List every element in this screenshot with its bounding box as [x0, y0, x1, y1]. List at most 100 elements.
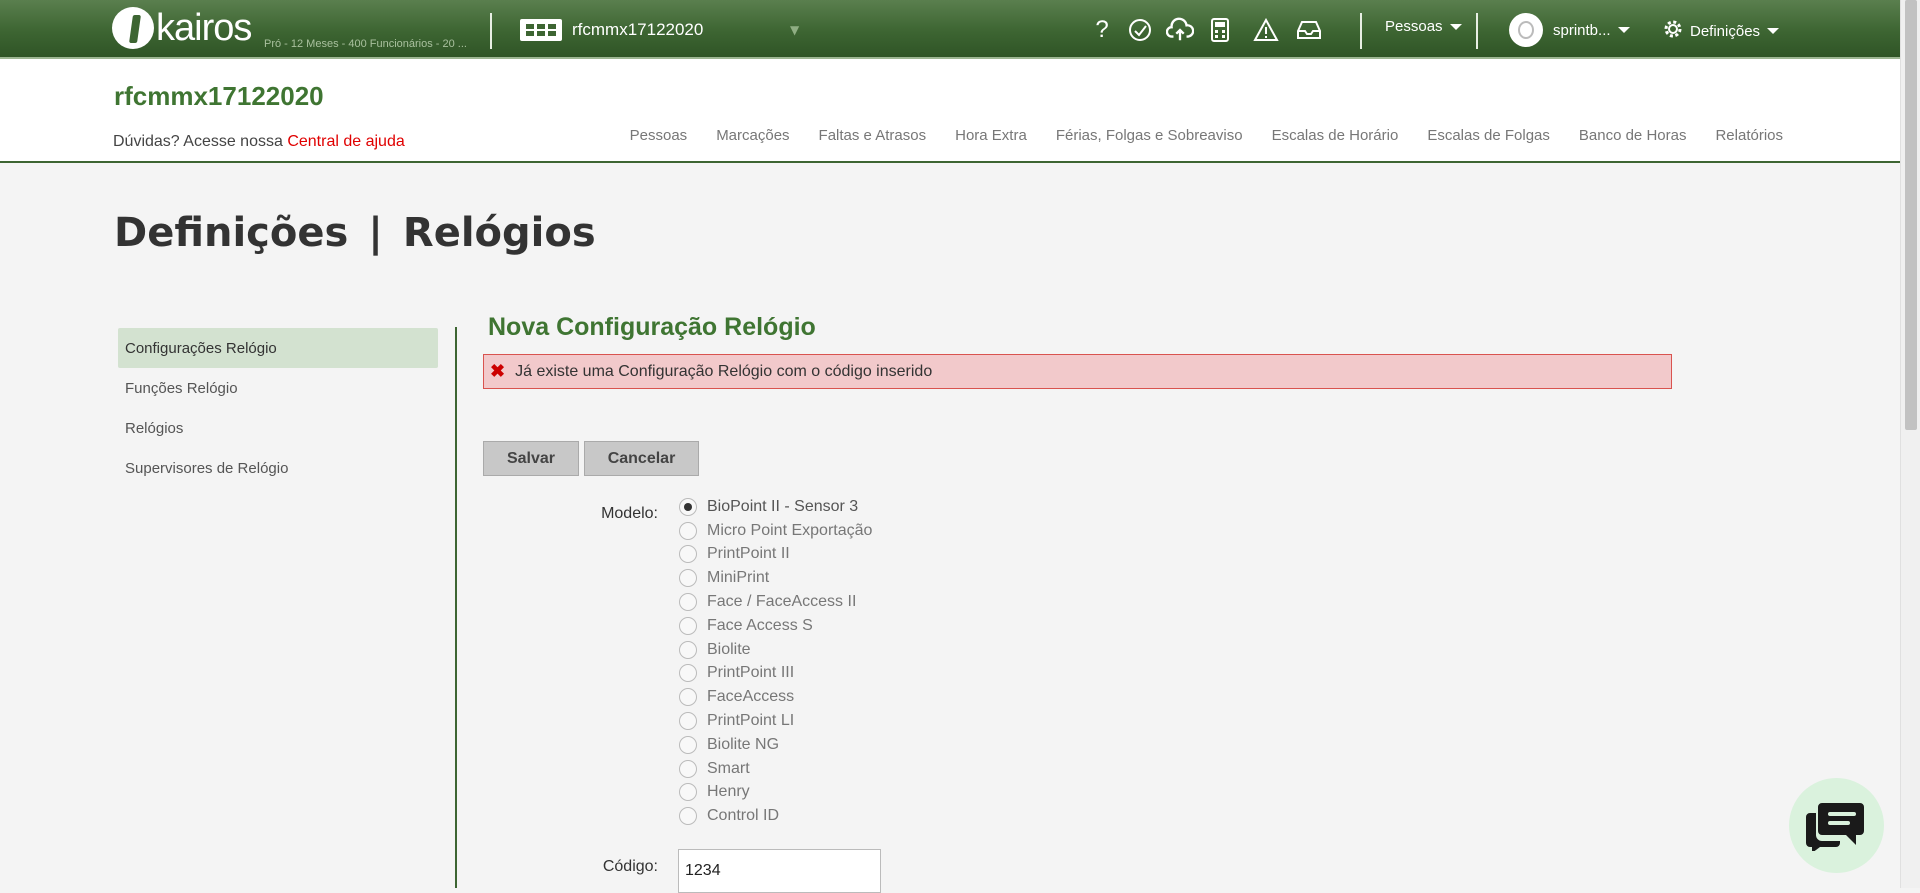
cancel-button[interactable]: Cancelar	[584, 441, 699, 476]
chevron-down-icon: ▼	[790, 23, 800, 37]
page-title-name: Relógios	[402, 210, 596, 256]
user-menu[interactable]: sprintb...	[1509, 13, 1630, 47]
help-text: Dúvidas? Acesse nossa	[113, 133, 283, 150]
help-line: Dúvidas? Acesse nossa Central de ajuda	[113, 133, 405, 151]
scrollbar[interactable]	[1900, 0, 1920, 888]
radio-button[interactable]	[679, 759, 697, 778]
model-option[interactable]: Micro Point Exportação	[679, 519, 872, 543]
error-alert: ✖ Já existe uma Configuração Relógio com…	[483, 354, 1672, 389]
headset-icon[interactable]	[1126, 16, 1154, 44]
side-item-configuracoes-relogio[interactable]: Configurações Relógio	[118, 328, 438, 368]
nav-escalas-horario[interactable]: Escalas de Horário	[1272, 127, 1399, 144]
radio-button[interactable]	[679, 545, 697, 564]
model-option[interactable]: PrintPoint II	[679, 543, 872, 567]
radio-button[interactable]	[679, 521, 697, 540]
radio-button[interactable]	[679, 640, 697, 659]
side-item-relogios[interactable]: Relógios	[118, 408, 438, 448]
model-option-label: FaceAccess	[707, 688, 795, 706]
radio-button[interactable]	[679, 497, 697, 516]
chat-button[interactable]	[1789, 778, 1884, 873]
warning-icon[interactable]	[1252, 16, 1280, 44]
model-option[interactable]: FaceAccess	[679, 685, 872, 709]
code-input[interactable]	[678, 849, 881, 893]
gear-icon	[1662, 18, 1684, 44]
model-option[interactable]: Face Access S	[679, 614, 872, 638]
avatar-icon	[1509, 13, 1543, 47]
model-radio-group: BioPoint II - Sensor 3 Micro Point Export…	[679, 495, 872, 828]
model-option-label: Control ID	[707, 807, 780, 825]
plan-info: Pró - 12 Meses - 400 Funcionários - 20 .…	[264, 38, 467, 50]
page-title-section: Definições	[114, 210, 349, 256]
main-nav: Pessoas Marcações Faltas e Atrasos Hora …	[630, 127, 1783, 144]
radio-button[interactable]	[679, 783, 697, 802]
radio-button[interactable]	[679, 712, 697, 731]
nav-pessoas[interactable]: Pessoas	[630, 127, 688, 144]
nav-banco-horas[interactable]: Banco de Horas	[1579, 127, 1687, 144]
model-option[interactable]: BioPoint II - Sensor 3	[679, 495, 872, 519]
model-option-label: Face Access S	[707, 616, 813, 634]
user-name: sprintb...	[1553, 21, 1611, 39]
scrollbar-thumb[interactable]	[1905, 0, 1917, 430]
radio-button[interactable]	[679, 593, 697, 612]
side-item-funcoes-relogio[interactable]: Funções Relógio	[118, 368, 438, 408]
company-name: rfcmmx17122020	[572, 20, 704, 39]
model-option[interactable]: Smart	[679, 757, 872, 781]
company-selector[interactable]: rfcmmx17122020 ▼	[520, 13, 800, 47]
company-title: rfcmmx17122020	[114, 81, 324, 111]
code-label: Código:	[602, 858, 658, 875]
model-option[interactable]: Biolite NG	[679, 733, 872, 757]
model-option-label: Smart	[707, 759, 750, 777]
radio-button[interactable]	[679, 735, 697, 754]
nav-hora-extra[interactable]: Hora Extra	[955, 127, 1027, 144]
nav-marcacoes[interactable]: Marcações	[716, 127, 789, 144]
side-menu: Configurações Relógio Funções Relógio Re…	[118, 328, 438, 488]
people-menu[interactable]: Pessoas	[1385, 18, 1462, 35]
model-option-label: PrintPoint II	[707, 545, 790, 563]
model-option[interactable]: PrintPoint III	[679, 662, 872, 686]
logo-mark-icon	[112, 7, 154, 49]
company-grid-icon	[520, 19, 562, 41]
model-option-label: Henry	[707, 783, 750, 801]
save-button[interactable]: Salvar	[483, 441, 579, 476]
inbox-icon[interactable]	[1295, 16, 1323, 44]
divider	[1476, 13, 1478, 49]
cloud-upload-icon[interactable]	[1166, 16, 1194, 44]
model-option[interactable]: Control ID	[679, 804, 872, 828]
kairos-logo[interactable]: kairos	[112, 4, 252, 52]
question-icon[interactable]: ?	[1088, 16, 1116, 44]
help-center-link[interactable]: Central de ajuda	[287, 133, 404, 150]
model-option-label: Face / FaceAccess II	[707, 593, 857, 611]
model-option[interactable]: Face / FaceAccess II	[679, 590, 872, 614]
radio-button[interactable]	[679, 569, 697, 588]
model-label: Modelo:	[601, 505, 658, 522]
nav-faltas-atrasos[interactable]: Faltas e Atrasos	[819, 127, 927, 144]
model-option-label: MiniPrint	[707, 569, 770, 587]
nav-relatorios[interactable]: Relatórios	[1715, 127, 1783, 144]
nav-escalas-folgas[interactable]: Escalas de Folgas	[1427, 127, 1550, 144]
radio-button[interactable]	[679, 616, 697, 635]
caret-down-icon	[1617, 27, 1630, 33]
model-option[interactable]: Henry	[679, 781, 872, 805]
divider	[1360, 13, 1362, 49]
top-bar: kairos Pró - 12 Meses - 400 Funcionários…	[0, 0, 1900, 59]
chat-icon	[1805, 797, 1868, 855]
model-option-label: Biolite	[707, 640, 751, 658]
radio-button[interactable]	[679, 664, 697, 683]
model-option[interactable]: PrintPoint LI	[679, 709, 872, 733]
logo-text: kairos	[156, 7, 252, 49]
side-item-supervisores[interactable]: Supervisores de Relógio	[118, 448, 438, 488]
calculator-icon[interactable]	[1206, 16, 1234, 44]
nav-ferias-folgas[interactable]: Férias, Folgas e Sobreaviso	[1056, 127, 1243, 144]
form-title: Nova Configuração Relógio	[488, 313, 816, 341]
title-separator: |	[368, 210, 383, 256]
model-option-label: Biolite NG	[707, 735, 780, 753]
radio-button[interactable]	[679, 807, 697, 826]
model-option[interactable]: Biolite	[679, 638, 872, 662]
caret-down-icon	[1767, 28, 1780, 34]
settings-menu-label: Definições	[1690, 22, 1761, 40]
model-option[interactable]: MiniPrint	[679, 566, 872, 590]
settings-menu[interactable]: Definições	[1662, 18, 1780, 44]
people-menu-label: Pessoas	[1385, 18, 1443, 35]
caret-down-icon	[1449, 23, 1462, 30]
radio-button[interactable]	[679, 688, 697, 707]
